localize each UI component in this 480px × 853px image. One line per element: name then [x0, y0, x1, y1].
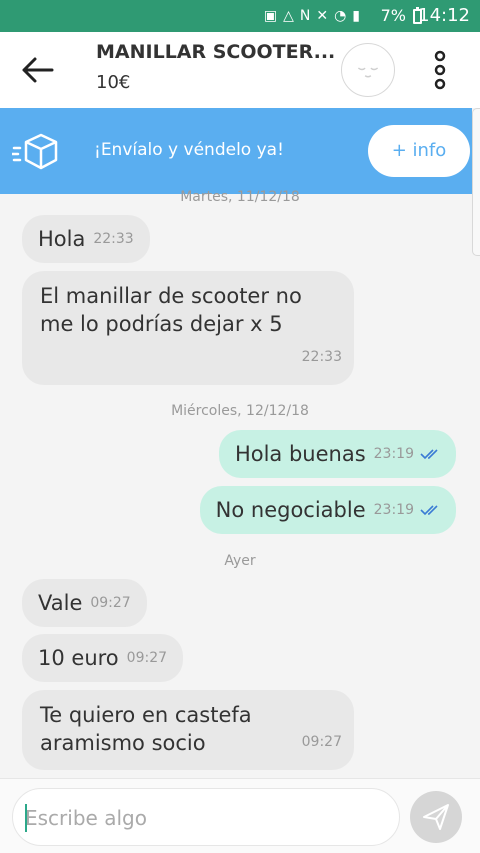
- item-title[interactable]: MANILLAR SCOOTER...: [96, 41, 340, 63]
- message-text: No negociable: [215, 498, 366, 522]
- wifi-icon: ◔: [334, 8, 347, 24]
- message-incoming[interactable]: Te quiero en castefa aramismo socio 09:2…: [22, 690, 354, 770]
- message-time: 23:19: [373, 446, 414, 462]
- scrollbar[interactable]: [472, 108, 480, 256]
- message-time: 09:27: [301, 734, 342, 750]
- message-time: 23:19: [373, 502, 414, 518]
- message-composer: [0, 778, 480, 853]
- message-input-field[interactable]: [12, 788, 400, 846]
- message-incoming[interactable]: 10 euro 09:27: [22, 634, 184, 682]
- message-text: 10 euro: [38, 646, 119, 670]
- message-incoming[interactable]: Vale 09:27: [22, 579, 147, 627]
- battery-saver-icon: ▣: [263, 8, 278, 24]
- shipping-promo-banner: ¡Envíalo y véndelo ya! + info: [0, 108, 472, 194]
- status-bar: ▣ △ N ✕ ◔ ▮ 7% 14:12: [0, 0, 480, 32]
- user-avatar[interactable]: [341, 43, 395, 97]
- signal-icon: ▮: [352, 8, 360, 24]
- read-receipt-icon: [420, 505, 438, 516]
- message-time: 09:27: [126, 650, 168, 666]
- message-incoming[interactable]: El manillar de scooter no me lo podrías …: [22, 271, 354, 385]
- message-text-line: aramismo socio: [40, 731, 206, 755]
- message-outgoing[interactable]: Hola buenas 23:19: [218, 430, 456, 478]
- send-icon[interactable]: [410, 791, 462, 843]
- n-notification-icon: N: [299, 8, 311, 24]
- status-time: 14:12: [418, 5, 470, 26]
- text-cursor: [25, 804, 27, 832]
- message-time: 22:33: [93, 231, 134, 247]
- message-incoming[interactable]: Hola 22:33: [22, 215, 150, 263]
- date-separator: Ayer: [224, 553, 256, 569]
- status-icons: ▣ △ N ✕ ◔ ▮: [264, 7, 360, 25]
- message-text-line: Te quiero en castefa: [40, 703, 252, 727]
- message-text: Hola: [38, 227, 86, 251]
- message-time: 22:33: [301, 349, 342, 365]
- date-separator: Miércoles, 12/12/18: [171, 403, 309, 419]
- date-separator: Martes, 11/12/18: [180, 189, 300, 205]
- message-text: Hola buenas: [234, 442, 366, 466]
- mute-icon: ✕: [316, 8, 329, 24]
- item-price: 10€: [96, 72, 131, 93]
- more-options-icon[interactable]: [426, 48, 454, 92]
- more-info-button[interactable]: + info: [368, 125, 470, 177]
- message-input[interactable]: [25, 804, 385, 832]
- message-outgoing[interactable]: No negociable 23:19: [199, 486, 456, 534]
- read-receipt-icon: [420, 449, 438, 460]
- package-icon: [12, 133, 58, 170]
- back-arrow-icon[interactable]: [18, 52, 56, 88]
- message-time: 09:27: [90, 595, 131, 611]
- chat-header: MANILLAR SCOOTER... 10€: [0, 32, 480, 108]
- nfc-icon: △: [283, 8, 294, 24]
- message-text: Vale: [38, 591, 83, 615]
- message-text-line: El manillar de scooter no: [40, 284, 302, 308]
- message-text-line: me lo podrías dejar x 5: [40, 312, 283, 336]
- banner-text: ¡Envíalo y véndelo ya!: [94, 140, 284, 160]
- battery-percent: 7%: [380, 6, 406, 25]
